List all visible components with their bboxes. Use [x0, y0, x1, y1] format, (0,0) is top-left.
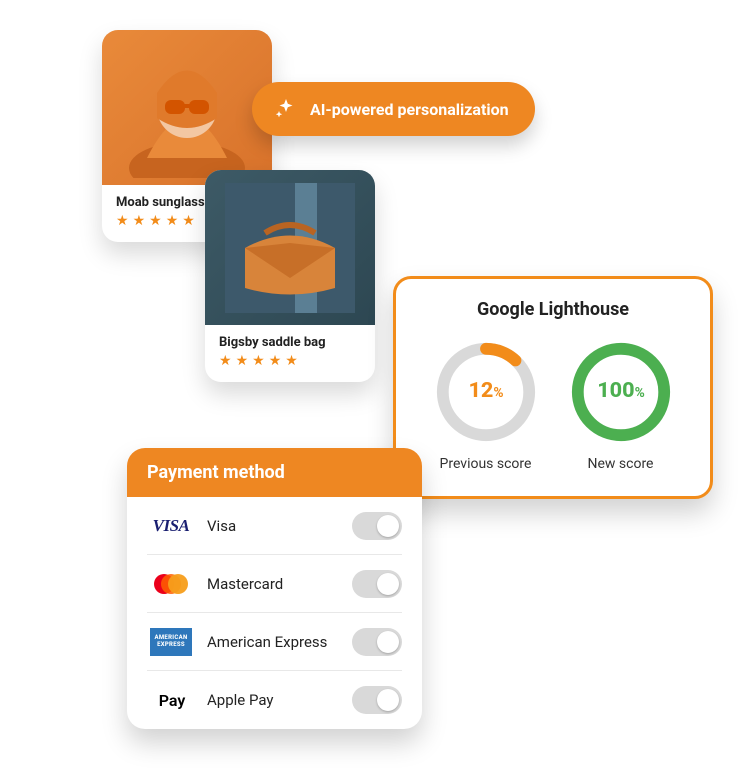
payment-label: Mastercard — [207, 575, 352, 593]
sparkles-icon — [274, 97, 298, 121]
new-score-label: New score — [588, 456, 654, 472]
payment-label: Apple Pay — [207, 691, 352, 709]
product-image — [205, 170, 375, 325]
payment-method-card: Payment method VISA Visa Mastercard AMER… — [127, 448, 422, 729]
star-icon: ★ — [166, 214, 179, 228]
previous-score-label: Previous score — [440, 456, 532, 472]
star-icon: ★ — [149, 214, 162, 228]
ai-personalization-badge: AI-powered personalization — [252, 82, 535, 136]
toggle-applepay[interactable] — [352, 686, 402, 714]
apple-pay-logo: Pay — [147, 684, 195, 716]
new-score-value: 100 — [597, 378, 634, 403]
product-card-bag[interactable]: Bigsby saddle bag ★ ★ ★ ★ ★ — [205, 170, 375, 382]
payment-label: Visa — [207, 517, 352, 535]
star-icon: ★ — [116, 214, 129, 228]
star-icon: ★ — [269, 354, 282, 368]
star-icon: ★ — [182, 214, 195, 228]
lighthouse-card: Google Lighthouse 12% Previous score 100… — [393, 276, 713, 499]
visa-logo: VISA — [147, 510, 195, 542]
toggle-visa[interactable] — [352, 512, 402, 540]
toggle-amex[interactable] — [352, 628, 402, 656]
payment-row-amex: AMERICAN EXPRESS American Express — [147, 613, 402, 671]
star-icon: ★ — [252, 354, 265, 368]
star-icon: ★ — [236, 354, 249, 368]
toggle-mastercard[interactable] — [352, 570, 402, 598]
previous-score-value: 12 — [468, 378, 493, 403]
payment-label: American Express — [207, 633, 352, 651]
star-icon: ★ — [133, 214, 146, 228]
product-image — [102, 30, 272, 185]
previous-score-gauge: 12% Previous score — [432, 338, 540, 472]
payment-row-applepay: Pay Apple Pay — [147, 671, 402, 729]
svg-text:12%: 12% — [468, 378, 503, 403]
payment-row-visa: VISA Visa — [147, 497, 402, 555]
payment-row-mastercard: Mastercard — [147, 555, 402, 613]
product-name: Bigsby saddle bag — [219, 335, 361, 350]
amex-logo: AMERICAN EXPRESS — [147, 626, 195, 658]
mastercard-logo — [147, 568, 195, 600]
lighthouse-title: Google Lighthouse — [418, 299, 688, 320]
new-score-gauge: 100% New score — [567, 338, 675, 472]
star-icon: ★ — [285, 354, 298, 368]
payment-card-title: Payment method — [127, 448, 422, 497]
ai-badge-label: AI-powered personalization — [310, 100, 509, 119]
svg-text:100%: 100% — [597, 378, 645, 403]
star-icon: ★ — [219, 354, 232, 368]
star-rating: ★ ★ ★ ★ ★ — [219, 354, 361, 368]
